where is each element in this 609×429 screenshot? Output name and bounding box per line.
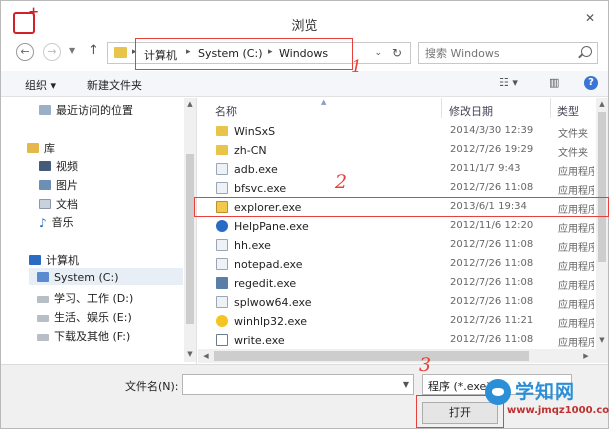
file-row[interactable]: regedit.exe 2012/7/26 11:08 应用程序 [198,274,598,293]
back-button[interactable]: ← [16,43,34,61]
hscroll-thumb[interactable] [214,351,529,361]
forward-button[interactable]: → [43,43,61,61]
preview-pane-icon[interactable]: ▥ [549,76,559,89]
file-row[interactable]: HelpPane.exe 2012/11/6 12:20 应用程序 [198,217,598,236]
nav-scrollbar[interactable]: ▲ ▼ [184,98,196,362]
address-dropdown-icon[interactable]: ⌄ [374,48,382,58]
video-icon [39,161,51,171]
nav-item-libraries[interactable]: 库 [27,140,55,156]
computer-icon [29,255,41,265]
close-button[interactable]: ✕ [582,10,598,26]
notepad-icon [216,258,228,270]
search-box[interactable] [418,42,598,64]
library-icon [27,143,39,153]
column-divider[interactable] [441,98,442,118]
column-header-date[interactable]: 修改日期 [449,103,493,119]
column-header-name[interactable]: 名称 [215,103,237,119]
filename-label: 文件名(N): [125,380,179,393]
file-browse-dialog: 浏览 ✕ ← → ▼ ↑ ▸ 计算机 ▸ System (C:) ▸ Windo… [0,0,609,429]
music-note-icon: ♪ [39,216,47,230]
nav-item-system-c[interactable]: System (C:) [37,271,119,284]
document-icon [39,199,51,209]
title-bar: 浏览 ✕ [1,1,608,35]
exe-file-icon [216,182,228,194]
history-dropdown-icon[interactable]: ▼ [69,46,75,55]
recent-places-icon [39,105,51,115]
scroll-left-icon[interactable]: ◀ [200,352,212,360]
help-icon[interactable]: ? [584,76,598,90]
nav-item-videos[interactable]: 视频 [39,158,78,174]
drive-icon [37,334,49,341]
nav-item-documents[interactable]: 文档 [39,196,78,212]
system-drive-icon [37,272,49,282]
folder-icon [114,47,127,58]
file-row[interactable]: zh-CN 2012/7/26 19:29 文件夹 [198,141,598,160]
nav-item-drive-f[interactable]: 下载及其他 (F:) [37,328,130,344]
sort-caret-icon: ▲ [321,98,327,106]
annotation-mark-1: 1 [351,57,362,77]
filename-dropdown-icon[interactable]: ▼ [403,380,409,389]
exe-file-icon [216,296,228,308]
file-list-hscrollbar[interactable]: ◀ ▶ [198,349,608,363]
window-title: 浏览 [291,19,318,34]
watermark-logo-icon [485,379,511,405]
column-header-type[interactable]: 类型 [557,103,579,119]
nav-item-drive-d[interactable]: 学习、工作 (D:) [37,290,133,306]
nav-item-drive-e[interactable]: 生活、娱乐 (E:) [37,309,132,325]
scroll-down-icon[interactable]: ▼ [184,350,196,358]
annotation-box-address [135,38,353,70]
scroll-up-icon[interactable]: ▲ [596,100,608,108]
organize-button[interactable]: 组织 ▾ [25,77,56,93]
nav-item-computer[interactable]: 计算机 [29,252,79,268]
nav-item-recent[interactable]: 最近访问的位置 [39,102,133,118]
file-scroll-thumb[interactable] [598,112,606,262]
file-row[interactable]: hh.exe 2012/7/26 11:08 应用程序 [198,236,598,255]
exe-file-icon [216,163,228,175]
registry-editor-icon [216,277,228,289]
search-input[interactable] [425,46,575,61]
file-row[interactable]: WinSxS 2014/3/30 12:39 文件夹 [198,122,598,141]
refresh-icon[interactable]: ↻ [392,46,402,60]
nav-scroll-thumb[interactable] [186,154,194,324]
help-file-icon [216,220,228,232]
command-toolbar: 组织 ▾ 新建文件夹 ☷ ▾ ▥ ? [1,71,608,97]
annotation-box-explorer [194,197,609,217]
search-icon[interactable] [581,46,592,57]
watermark-url: www.jmqz1000.com [507,405,609,416]
annotation-mark-3: 3 [419,354,432,376]
annotation-mark-2: 2 [335,171,348,193]
help-question-icon [216,315,228,327]
view-options-icon[interactable]: ☷ ▾ [499,76,518,89]
nav-item-pictures[interactable]: 图片 [39,177,78,193]
folder-icon [216,126,228,136]
file-row[interactable]: bfsvc.exe 2012/7/26 11:08 应用程序 [198,179,598,198]
filename-input[interactable]: ▼ [182,374,414,395]
picture-icon [39,180,51,190]
column-divider[interactable] [550,98,551,118]
site-watermark: 学知网 www.jmqz1000.com [485,375,609,427]
watermark-title: 学知网 [515,381,576,403]
nav-item-music[interactable]: ♪ 音乐 [39,214,74,230]
file-row[interactable]: write.exe 2012/7/26 11:08 应用程序 [198,331,598,350]
file-row[interactable]: winhlp32.exe 2012/7/26 11:21 应用程序 [198,312,598,331]
drive-icon [37,296,49,303]
scroll-right-icon[interactable]: ▶ [580,352,592,360]
file-row[interactable]: splwow64.exe 2012/7/26 11:08 应用程序 [198,293,598,312]
new-folder-button[interactable]: 新建文件夹 [87,77,142,93]
scroll-down-icon[interactable]: ▼ [596,336,608,344]
file-row[interactable]: notepad.exe 2012/7/26 11:08 应用程序 [198,255,598,274]
file-list: ▲ 名称 修改日期 类型 WinSxS 2014/3/30 12:39 文件夹 zh… [198,98,608,353]
folder-icon [216,145,228,155]
drive-icon [37,315,49,322]
file-row[interactable]: adb.exe 2011/1/7 9:43 应用程序 [198,160,598,179]
up-folder-icon[interactable]: ↑ [88,43,99,58]
scroll-up-icon[interactable]: ▲ [184,100,196,108]
navigation-pane: 最近访问的位置 库 视频 图片 文档 ♪ 音乐 计算机 System (C:) 学… [1,98,197,364]
file-list-scrollbar[interactable]: ▲ ▼ [596,98,608,349]
exe-file-icon [216,239,228,251]
write-document-icon [216,334,228,346]
